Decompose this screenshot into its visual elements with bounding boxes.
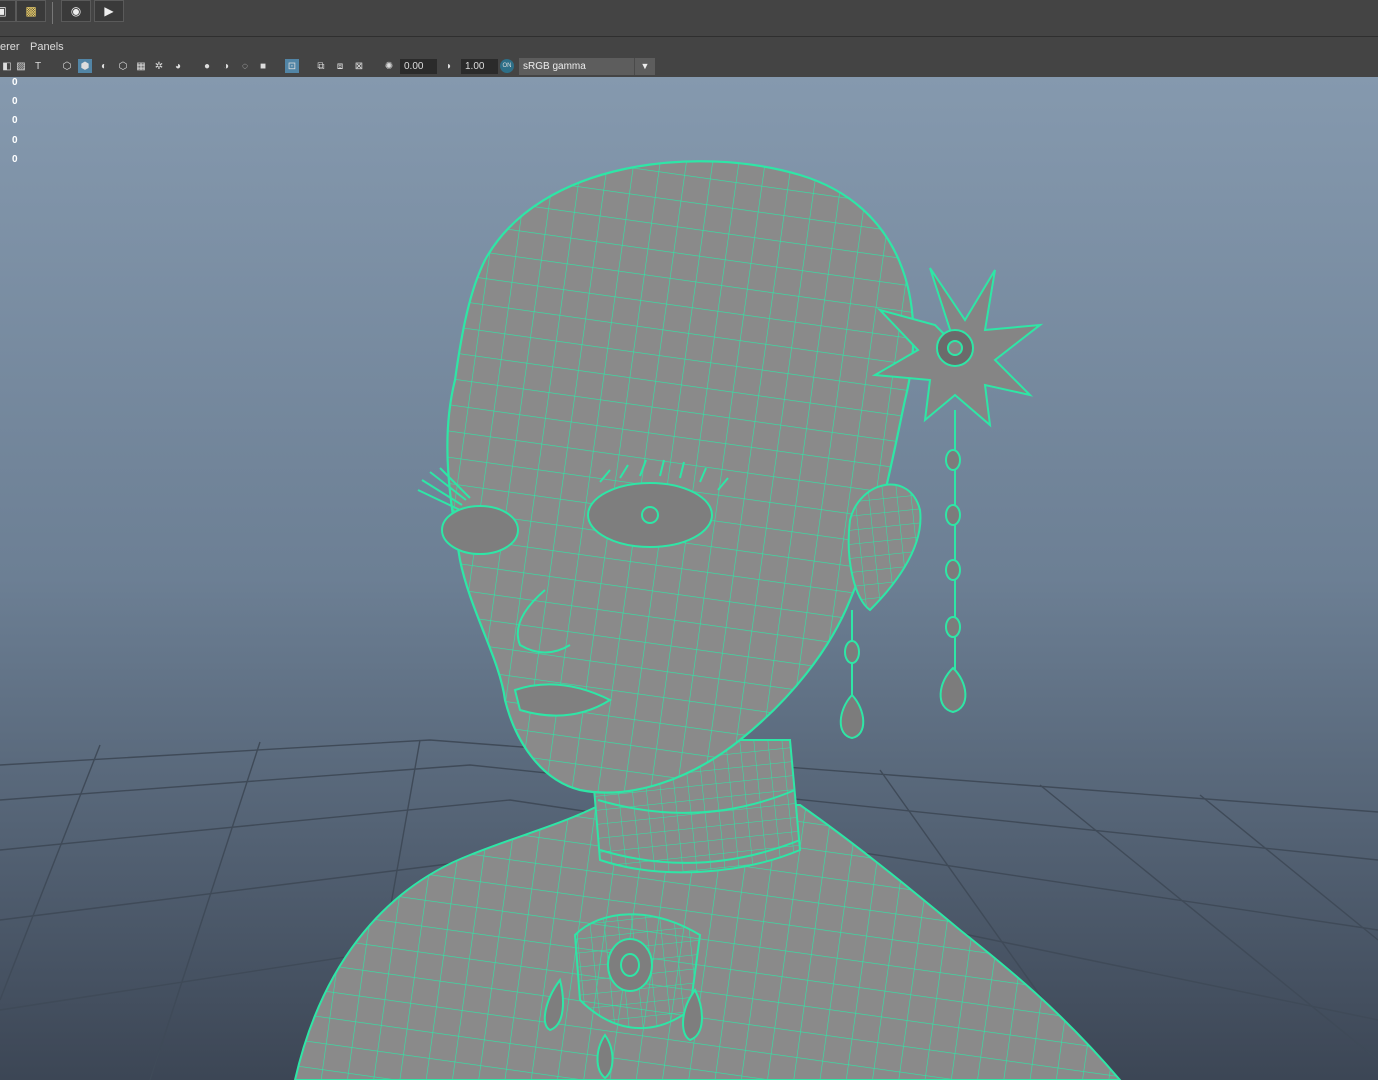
viewport[interactable]: 0 0 0 0 0 — [0, 77, 1378, 1080]
camera-attributes-icon[interactable]: ◧ — [0, 59, 14, 73]
lights-icon[interactable]: ✲ — [152, 59, 166, 73]
smooth-shade-icon[interactable]: ⬢ — [78, 59, 92, 73]
xray-joints-icon[interactable]: ⧈ — [333, 59, 347, 73]
shadows-icon[interactable]: ◕ — [171, 59, 185, 73]
resolution-gate-icon[interactable]: T — [31, 59, 45, 73]
motion-blur-icon[interactable]: ◑ — [219, 59, 233, 73]
menu-panels[interactable]: Panels — [30, 41, 64, 53]
scene-canvas — [0, 160, 1378, 1080]
shade-options-icon[interactable]: ◐ — [97, 59, 111, 73]
ear-mesh — [847, 483, 922, 612]
gamma-field[interactable]: 1.00 — [461, 59, 498, 74]
top-shelf: ▣ ▩ ◉ ▶ — [0, 0, 1378, 37]
earring-left — [839, 610, 865, 740]
wireframe-on-shaded-icon[interactable]: ⬡ — [116, 59, 130, 73]
xray-icon[interactable]: ⧉ — [314, 59, 328, 73]
isolate-select-icon[interactable]: ⊡ — [285, 59, 299, 73]
panel-menu-bar: erer Panels — [0, 38, 1378, 56]
gamma-icon[interactable]: ◗ — [442, 59, 456, 73]
chevron-down-icon: ▼ — [634, 58, 655, 75]
image-plane-icon[interactable]: ▨ — [14, 59, 28, 73]
textured-icon[interactable]: ▦ — [134, 59, 148, 73]
left-eye — [441, 505, 519, 555]
anti-aliasing-icon[interactable]: ◌ — [238, 59, 252, 73]
menu-renderer[interactable]: erer — [0, 41, 20, 53]
color-management-toggle-icon[interactable]: ON — [500, 59, 514, 73]
view-transform-label: sRGB gamma — [523, 61, 586, 72]
shelf-divider — [52, 2, 53, 24]
playblast-icon[interactable]: ▶ — [94, 0, 124, 22]
hypershade-icon[interactable]: ▩ — [16, 0, 46, 22]
exposure-field[interactable]: 0.00 — [400, 59, 437, 74]
view-transform-dropdown[interactable]: sRGB gamma ▼ — [519, 58, 655, 75]
show-icon[interactable]: ◉ — [61, 0, 91, 22]
viewport-toolbar: ◧ ▨ T ⬡ ⬢ ◐ ⬡ ▦ ✲ ◕ ● ◑ ◌ ■ ⊡ ⧉ ⧈ ⊠ ✺ 0.… — [0, 56, 1378, 78]
screen-space-ao-icon[interactable]: ● — [200, 59, 214, 73]
exposure-icon[interactable]: ✺ — [382, 59, 396, 73]
right-eye — [587, 482, 713, 548]
xray-components-icon[interactable]: ⊠ — [352, 59, 366, 73]
wireframe-icon[interactable]: ⬡ — [60, 59, 74, 73]
depth-of-field-icon[interactable]: ■ — [256, 59, 270, 73]
hair-pin-dangle — [939, 410, 967, 714]
render-settings-icon[interactable]: ▣ — [0, 0, 16, 22]
